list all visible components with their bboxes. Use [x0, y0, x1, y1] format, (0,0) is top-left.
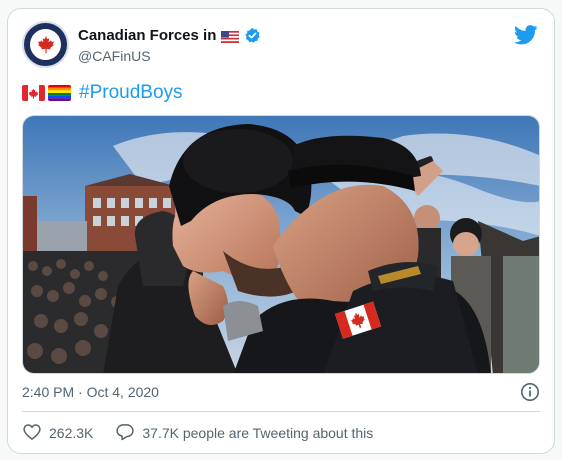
tweet-timestamp[interactable]: 2:40 PM · Oct 4, 2020: [22, 384, 159, 400]
info-icon[interactable]: [520, 382, 540, 402]
tweet-text: #ProudBoys: [22, 81, 183, 105]
tweeting-about-text: 37.7K people are Tweeting about this: [142, 425, 374, 441]
divider: [22, 411, 540, 412]
twitter-bird-icon[interactable]: [513, 25, 538, 45]
tweeting-about-link[interactable]: 37.7K people are Tweeting about this: [115, 422, 373, 445]
author-name[interactable]: Canadian Forces in: [78, 27, 216, 44]
action-bar: 262.3K 37.7K people are Tweeting about t…: [22, 422, 373, 444]
tweet-photo[interactable]: [22, 115, 540, 374]
us-flag-emoji: [221, 30, 240, 43]
speech-bubble-icon: [115, 422, 135, 445]
rainbow-flag-emoji: [48, 85, 71, 101]
like-count: 262.3K: [49, 425, 94, 441]
author-handle[interactable]: @CAFinUS: [78, 48, 151, 64]
hashtag-link[interactable]: #ProudBoys: [79, 82, 183, 104]
tweet-card[interactable]: Canadian Forces in @CAFinUS #ProudBoys 2…: [7, 8, 555, 454]
heart-icon: [22, 422, 42, 445]
like-button[interactable]: 262.3K: [22, 422, 93, 445]
canada-flag-emoji: [22, 85, 45, 101]
verified-badge-icon: [244, 27, 261, 44]
timestamp-row: 2:40 PM · Oct 4, 2020: [22, 382, 540, 402]
maple-leaf-icon: [30, 29, 61, 60]
avatar[interactable]: [22, 21, 69, 68]
tweet-header: Canadian Forces in @CAFinUS: [22, 21, 540, 69]
